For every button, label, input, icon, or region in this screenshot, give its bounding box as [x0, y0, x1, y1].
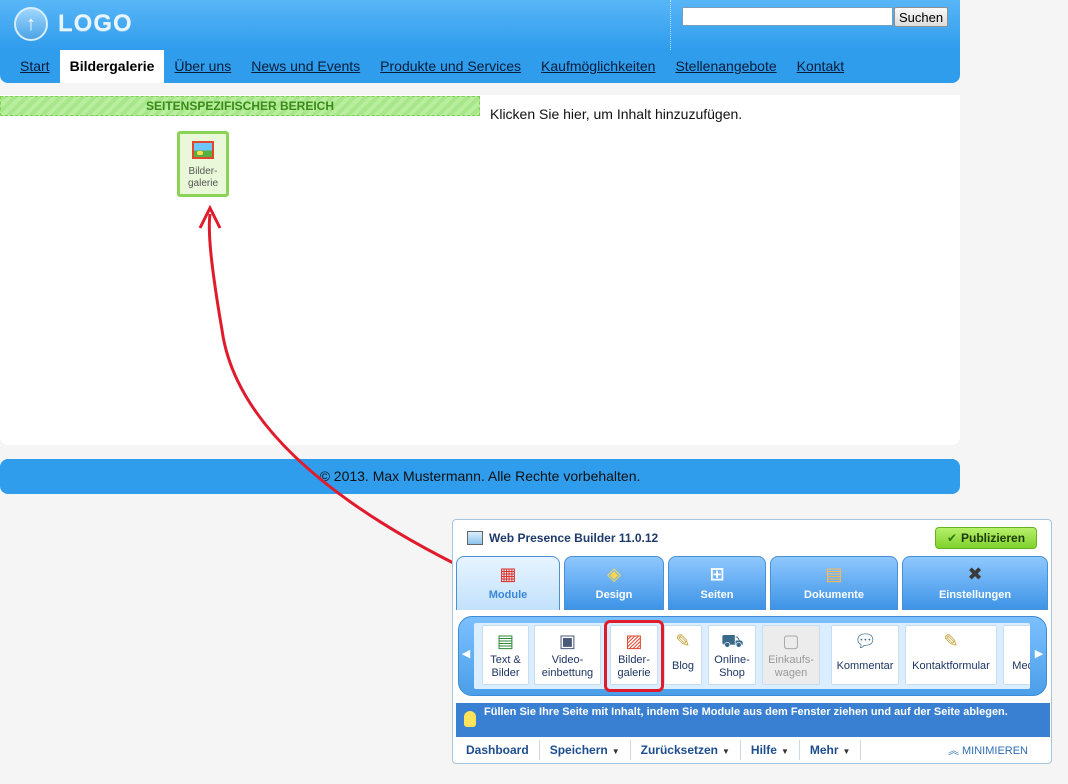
modules-icon: ▦ [499, 564, 517, 584]
site-logo[interactable]: ↑ LOGO [14, 7, 133, 41]
comment-icon: 💬︎ [854, 631, 877, 651]
builder-bottom-bar: Dashboard Speichern ▼ Zurücksetzen ▼ Hilfe… [456, 737, 1050, 763]
tab-seiten-label: Seiten [700, 589, 734, 601]
contact-form-icon: ✎ [943, 631, 959, 651]
tab-module[interactable]: ▦ Module [456, 556, 560, 610]
module-kontaktformular[interactable]: ✎ Kontaktformular [905, 625, 997, 685]
settings-icon: ✖ [967, 564, 983, 584]
tab-dokumente-label: Dokumente [804, 589, 864, 601]
tab-einstellungen[interactable]: ✖ Einstellungen [902, 556, 1048, 610]
nav-item-start[interactable]: Start [10, 50, 60, 83]
checkmark-icon: ✔ [946, 531, 958, 545]
chevron-down-icon[interactable]: ▼ [722, 747, 730, 756]
help-label: Hilfe [750, 743, 777, 757]
nav-item-kaufmoeglichkeiten[interactable]: Kaufmöglichkeiten [531, 50, 665, 83]
builder-tabs: ▦ Module ◈ Design ⊞ Seiten ▤ Dokumente ✖… [456, 556, 1048, 610]
site-footer: © 2013. Max Mustermann. Alle Rechte vorb… [0, 459, 960, 494]
pages-icon: ⊞ [709, 564, 725, 584]
module-label: Blog [671, 660, 695, 672]
header-divider [670, 0, 671, 50]
module-label: Kommentar [836, 660, 894, 672]
reset-button[interactable]: Zurücksetzen ▼ [631, 740, 741, 760]
nav-item-stellenangebote[interactable]: Stellenangebote [665, 50, 786, 83]
picture-icon [192, 141, 214, 159]
nav-item-ueber-uns[interactable]: Über uns [164, 50, 241, 83]
page-content: SEITENSPEZIFISCHER BEREICH Klicken Sie h… [0, 95, 960, 445]
tab-module-label: Module [488, 589, 528, 601]
builder-panel: Web Presence Builder 11.0.12 ✔ Publizier… [452, 519, 1052, 764]
nav-item-kontakt[interactable]: Kontakt [787, 50, 854, 83]
media-icon [1012, 630, 1030, 652]
logo-text: LOGO [58, 10, 133, 37]
gallery-module-placeholder[interactable]: Bilder- galerie [177, 131, 229, 197]
nav-item-bildergalerie[interactable]: Bildergalerie [59, 50, 165, 83]
page-specific-area-banner: SEITENSPEZIFISCHER BEREICH [0, 96, 480, 116]
module-label: Kontaktformular [912, 660, 990, 672]
nav-item-produkte[interactable]: Produkte und Services [370, 50, 531, 83]
shop-icon: ⛟ [721, 631, 744, 651]
chevron-down-icon[interactable]: ▼ [612, 747, 620, 756]
add-content-hint[interactable]: Klicken Sie hier, um Inhalt hinzuzufügen… [490, 106, 742, 122]
module-label: Video- einbettung [541, 654, 594, 679]
nav-item-news[interactable]: News und Events [241, 50, 370, 83]
dashboard-label: Dashboard [466, 743, 529, 757]
hint-text: Füllen Sie Ihre Seite mit Inhalt, indem … [484, 706, 1008, 718]
cart-icon: ▢ [782, 631, 800, 651]
search-button[interactable]: Suchen [894, 7, 949, 27]
hint-bar: Füllen Sie Ihre Seite mit Inhalt, indem … [456, 703, 1050, 737]
builder-title: Web Presence Builder 11.0.12 [467, 531, 658, 545]
scroll-left-icon[interactable]: ◀ [461, 647, 471, 661]
chevron-down-icon: ▼ [780, 747, 789, 756]
reset-label: Zurücksetzen [640, 743, 718, 757]
module-videoeinbettung[interactable]: ▣ Video- einbettung [534, 625, 601, 685]
module-einkaufswagen[interactable]: ▢ Einkaufs- wagen [762, 625, 820, 685]
documents-icon: ▤ [825, 564, 843, 584]
publish-button-label: Publizieren [961, 531, 1026, 545]
search-input[interactable] [682, 7, 893, 26]
site-header: ↑ LOGO Suchen [0, 0, 960, 50]
dashboard-button[interactable]: Dashboard [456, 740, 540, 760]
logo-arrow-icon: ↑ [14, 7, 48, 41]
module-blog[interactable]: ✎ Blog [664, 625, 702, 685]
module-label: Text & Bilder [490, 654, 521, 679]
double-chevron-up-icon: ︽ [947, 745, 959, 757]
more-label: Mehr [809, 743, 839, 757]
design-icon: ◈ [607, 564, 621, 584]
publish-button[interactable]: ✔ Publizieren [935, 527, 1037, 549]
module-bar: ◀ ▤ Text & Bilder ▣ Video- einbettung ▨ … [458, 616, 1047, 696]
more-button[interactable]: Mehr ▼ [800, 740, 862, 760]
tab-einstellungen-label: Einstellungen [938, 589, 1012, 601]
tab-seiten[interactable]: ⊞ Seiten [668, 556, 766, 610]
builder-title-text: Web Presence Builder 11.0.12 [489, 531, 659, 545]
lightbulb-icon [464, 711, 476, 727]
module-media[interactable]: Med [1003, 625, 1030, 685]
module-text-bilder[interactable]: ▤ Text & Bilder [482, 625, 529, 685]
highlight-box [604, 620, 664, 692]
module-kommentar[interactable]: 💬︎ Kommentar [831, 625, 899, 685]
save-button[interactable]: Speichern ▼ [540, 740, 631, 760]
gallery-module-label: Bilder- galerie [187, 166, 219, 189]
module-list: ▤ Text & Bilder ▣ Video- einbettung ▨ Bi… [474, 623, 1030, 689]
save-label: Speichern [549, 743, 608, 757]
main-nav: Start Bildergalerie Über uns News und Ev… [0, 50, 960, 83]
builder-app-icon [467, 531, 483, 545]
tab-design[interactable]: ◈ Design [564, 556, 664, 610]
blog-icon: ✎ [675, 631, 691, 651]
minimize-button[interactable]: ︽ MINIMIEREN [948, 742, 1050, 758]
module-label: Med [1012, 660, 1030, 672]
module-label: Online- Shop [714, 654, 750, 679]
scroll-right-icon[interactable]: ▶ [1034, 647, 1044, 661]
help-button[interactable]: Hilfe ▼ [741, 740, 800, 760]
module-online-shop[interactable]: ⛟ Online- Shop [708, 625, 756, 685]
text-image-icon: ▤ [496, 631, 514, 651]
minimize-label: MINIMIEREN [962, 745, 1028, 757]
video-icon: ▣ [558, 631, 576, 651]
chevron-down-icon: ▼ [842, 747, 851, 756]
search-box: Suchen [682, 7, 949, 27]
module-label: Einkaufs- wagen [768, 654, 814, 679]
tab-dokumente[interactable]: ▤ Dokumente [770, 556, 898, 610]
tab-design-label: Design [595, 589, 633, 601]
